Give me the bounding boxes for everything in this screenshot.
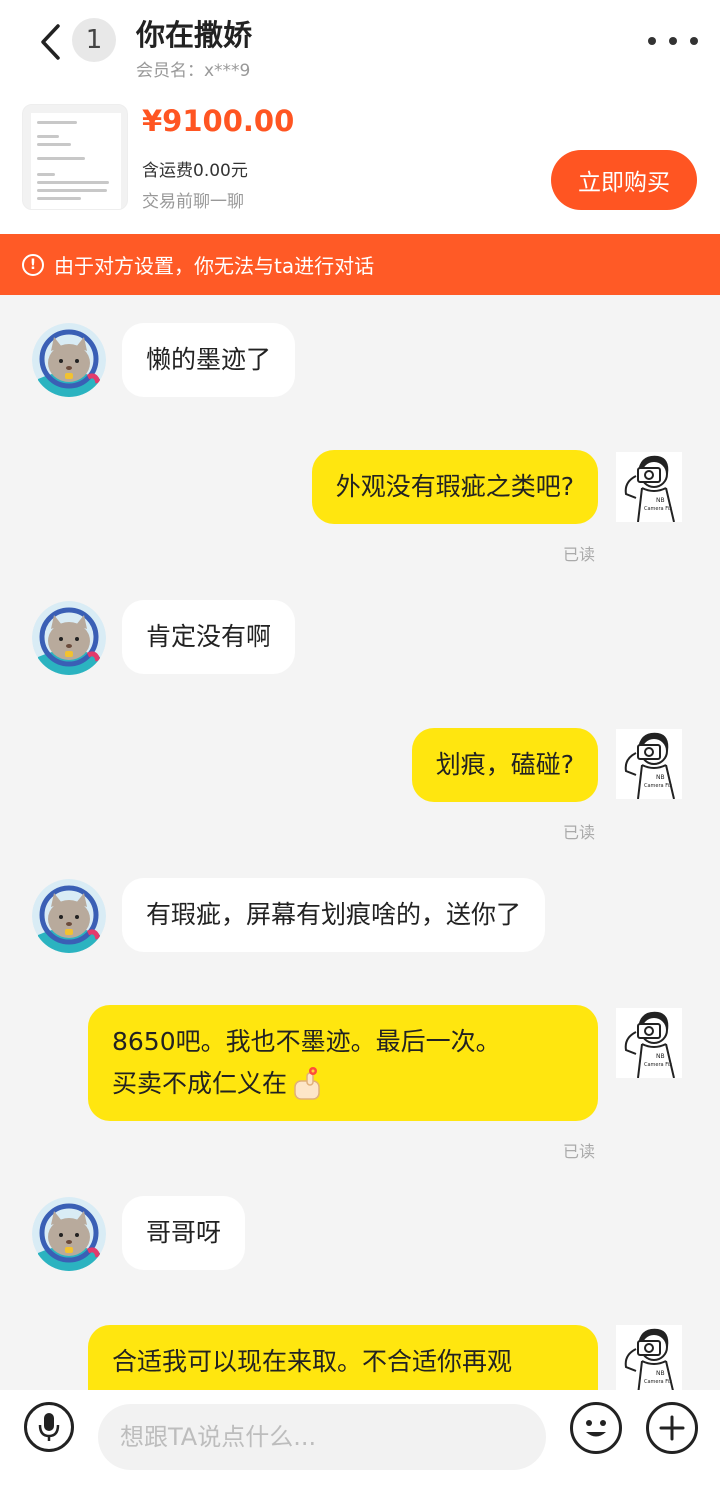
message-line-text: 买卖不成仁义在 (112, 1069, 288, 1098)
smiley-icon (586, 1420, 606, 1437)
thumbs-up-flower-emoji-icon (294, 1067, 320, 1100)
product-thumbnail[interactable] (22, 104, 128, 210)
chevron-left-icon (41, 24, 60, 60)
more-dot-icon (669, 37, 677, 45)
camera-person-avatar-icon: NB Camera Fix (616, 1325, 682, 1390)
buy-now-button[interactable]: 立即购买 (551, 150, 697, 210)
chat-header: 1 你在撒娇 会员名：x***9 (0, 0, 720, 88)
message-bubble-outgoing[interactable]: 外观没有瑕疵之类吧? (311, 450, 598, 524)
seller-avatar[interactable] (32, 879, 106, 953)
svg-text:NB: NB (656, 1370, 665, 1377)
read-receipt: 已读 (563, 545, 596, 564)
cat-avatar-icon (32, 879, 106, 953)
svg-text:Camera Fix: Camera Fix (644, 506, 672, 512)
more-dot-icon (690, 37, 698, 45)
seller-avatar[interactable] (32, 1197, 106, 1271)
svg-text:NB: NB (656, 1053, 665, 1060)
message-bubble-outgoing[interactable]: 8650吧。我也不墨迹。最后一次。 买卖不成仁义在 (88, 1005, 598, 1121)
voice-button[interactable] (24, 1402, 74, 1452)
message-bubble-incoming[interactable]: 懒的墨迹了 (122, 323, 296, 397)
back-button[interactable] (30, 20, 70, 64)
svg-text:NB: NB (656, 497, 665, 504)
message-bubble-outgoing[interactable]: 划痕，磕碰? (411, 728, 598, 802)
message-line: 买卖不成仁义在 (112, 1063, 574, 1105)
read-receipt: 已读 (563, 1142, 596, 1161)
message-input[interactable] (98, 1404, 546, 1470)
document-preview-image (31, 113, 121, 209)
user-avatar[interactable]: NB Camera Fix (616, 1325, 682, 1390)
read-receipt: 已读 (563, 823, 596, 842)
message-bubble-incoming[interactable]: 肯定没有啊 (122, 600, 296, 674)
product-card[interactable]: ¥9100.00 含运费0.00元 交易前聊一聊 立即购买 (0, 88, 720, 234)
chat-title: 你在撒娇 (136, 18, 253, 52)
camera-person-avatar-icon: NB Camera Fix (616, 452, 682, 523)
camera-person-avatar-icon: NB Camera Fix (616, 729, 682, 800)
microphone-icon (38, 1413, 60, 1441)
plus-icon (659, 1415, 685, 1441)
alert-circle-icon: ! (22, 253, 44, 276)
emoji-button[interactable] (570, 1402, 622, 1454)
unread-count-badge[interactable]: 1 (72, 18, 116, 62)
message-line: 8650吧。我也不墨迹。最后一次。 (112, 1027, 501, 1056)
warning-text: 由于对方设置，你无法与ta进行对话 (54, 254, 375, 278)
message-bubble-incoming[interactable]: 有瑕疵，屏幕有划痕啥的，送你了 (122, 878, 546, 952)
cat-avatar-icon (32, 323, 106, 397)
product-subtitle: 交易前聊一聊 (142, 192, 244, 212)
plus-button[interactable] (646, 1402, 698, 1454)
seller-avatar[interactable] (32, 323, 106, 397)
cat-avatar-icon (32, 601, 106, 675)
user-avatar[interactable]: NB Camera Fix (616, 452, 682, 523)
warning-banner: ! 由于对方设置，你无法与ta进行对话 (0, 234, 720, 295)
product-price: ¥9100.00 (142, 104, 295, 138)
svg-text:NB: NB (656, 774, 665, 781)
member-name: 会员名：x***9 (136, 61, 251, 81)
user-avatar[interactable]: NB Camera Fix (616, 729, 682, 800)
shipping-fee: 含运费0.00元 (142, 161, 248, 181)
message-bubble-incoming[interactable]: 哥哥呀 (122, 1196, 246, 1270)
svg-text:Camera Fix: Camera Fix (644, 1379, 672, 1385)
more-dot-icon (648, 37, 656, 45)
svg-text:Camera Fix: Camera Fix (644, 1062, 672, 1068)
message-list[interactable]: 懒的墨迹了 外观没有瑕疵之类吧? NB Camera Fix 已读 肯定没有啊 … (0, 295, 720, 1390)
more-options-button[interactable] (648, 24, 698, 58)
cat-avatar-icon (32, 1197, 106, 1271)
svg-text:Camera Fix: Camera Fix (644, 783, 672, 789)
message-bubble-outgoing[interactable]: 合适我可以现在来取。不合适你再观 (88, 1325, 598, 1390)
seller-avatar[interactable] (32, 601, 106, 675)
input-bar (0, 1390, 720, 1494)
camera-person-avatar-icon: NB Camera Fix (616, 1008, 682, 1079)
user-avatar[interactable]: NB Camera Fix (616, 1008, 682, 1079)
